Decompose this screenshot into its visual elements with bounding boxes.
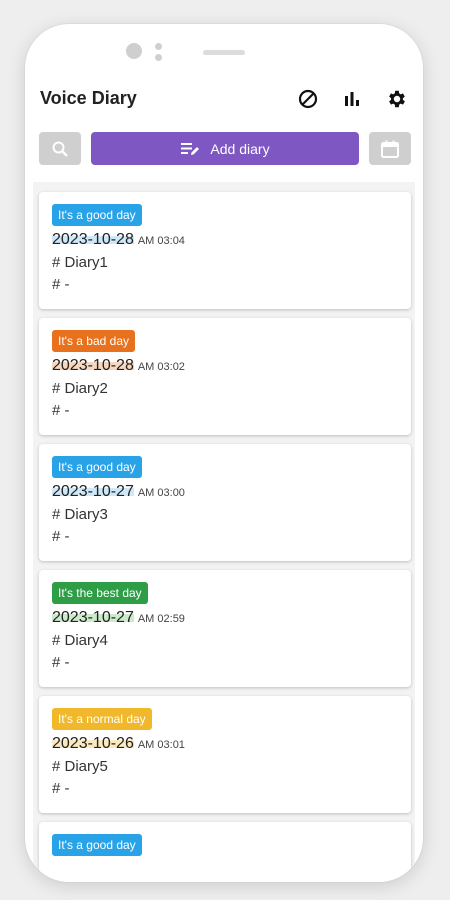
- add-diary-button[interactable]: Add diary: [91, 132, 359, 165]
- entry-tag: # -: [52, 402, 70, 419]
- diary-entry-card[interactable]: It's a good day 2023-10-27 AM 03:00 # Diary…: [39, 444, 411, 561]
- entry-time: AM 03:00: [137, 487, 185, 499]
- search-icon: [52, 141, 68, 157]
- speaker-grille: [203, 50, 245, 55]
- mood-badge: It's a good day: [52, 204, 142, 226]
- entry-datetime: 2023-10-28 AM 03:04: [52, 231, 398, 251]
- entry-date: 2023-10-28: [52, 231, 134, 248]
- diary-entry-card[interactable]: It's a good day: [39, 822, 411, 882]
- bar-chart-icon[interactable]: [339, 86, 365, 112]
- gear-icon[interactable]: [384, 86, 410, 112]
- entry-title: # Diary2: [52, 380, 108, 397]
- sensor-dots: [155, 43, 163, 61]
- entry-title: # Diary4: [52, 632, 108, 649]
- entry-datetime: 2023-10-26 AM 03:01: [52, 735, 398, 755]
- calendar-icon: [381, 140, 399, 158]
- mood-badge: It's a good day: [52, 834, 142, 856]
- entry-date: 2023-10-26: [52, 735, 134, 752]
- block-icon[interactable]: [295, 86, 321, 112]
- entry-tag: # -: [52, 780, 70, 797]
- toolbar: Add diary: [33, 124, 415, 182]
- entry-datetime: 2023-10-27 AM 02:59: [52, 609, 398, 629]
- diary-entry-card[interactable]: It's the best day 2023-10-27 AM 02:59 # Dia…: [39, 570, 411, 687]
- entry-time: AM 03:02: [137, 361, 185, 373]
- mood-badge: It's the best day: [52, 582, 148, 604]
- entry-title: # Diary3: [52, 506, 108, 523]
- entry-title: # Diary1: [52, 254, 108, 271]
- app-screen: Voice Diary Add diary It's a good day 20…: [33, 74, 415, 882]
- add-diary-label: Add diary: [210, 140, 270, 157]
- entry-tag: # -: [52, 276, 70, 293]
- entry-datetime: 2023-10-27 AM 03:00: [52, 483, 398, 503]
- entry-date: 2023-10-28: [52, 357, 134, 374]
- entry-time: AM 03:04: [137, 235, 185, 247]
- entry-tag: # -: [52, 654, 70, 671]
- mood-badge: It's a good day: [52, 456, 142, 478]
- search-button[interactable]: [39, 132, 81, 165]
- edit-list-icon: [181, 142, 200, 155]
- diary-entry-card[interactable]: It's a good day 2023-10-28 AM 03:04 # Diary…: [39, 192, 411, 309]
- phone-frame: Voice Diary Add diary It's a good day 20…: [25, 24, 423, 882]
- entry-time: AM 02:59: [137, 613, 185, 625]
- diary-entry-card[interactable]: It's a bad day 2023-10-28 AM 03:02 # Diary2…: [39, 318, 411, 435]
- app-header: Voice Diary: [33, 74, 415, 124]
- app-title: Voice Diary: [40, 88, 137, 108]
- entry-time: AM 03:01: [137, 739, 185, 751]
- mood-badge: It's a bad day: [52, 330, 136, 352]
- camera-lens: [126, 43, 142, 59]
- calendar-button[interactable]: [369, 132, 411, 165]
- diary-entry-card[interactable]: It's a normal day 2023-10-26 AM 03:01 # Dia…: [39, 696, 411, 813]
- entry-tag: # -: [52, 528, 70, 545]
- entry-date: 2023-10-27: [52, 483, 134, 500]
- entry-date: 2023-10-27: [52, 609, 134, 626]
- mood-badge: It's a normal day: [52, 708, 152, 730]
- entry-title: # Diary5: [52, 758, 108, 775]
- entry-datetime: 2023-10-28 AM 03:02: [52, 357, 398, 377]
